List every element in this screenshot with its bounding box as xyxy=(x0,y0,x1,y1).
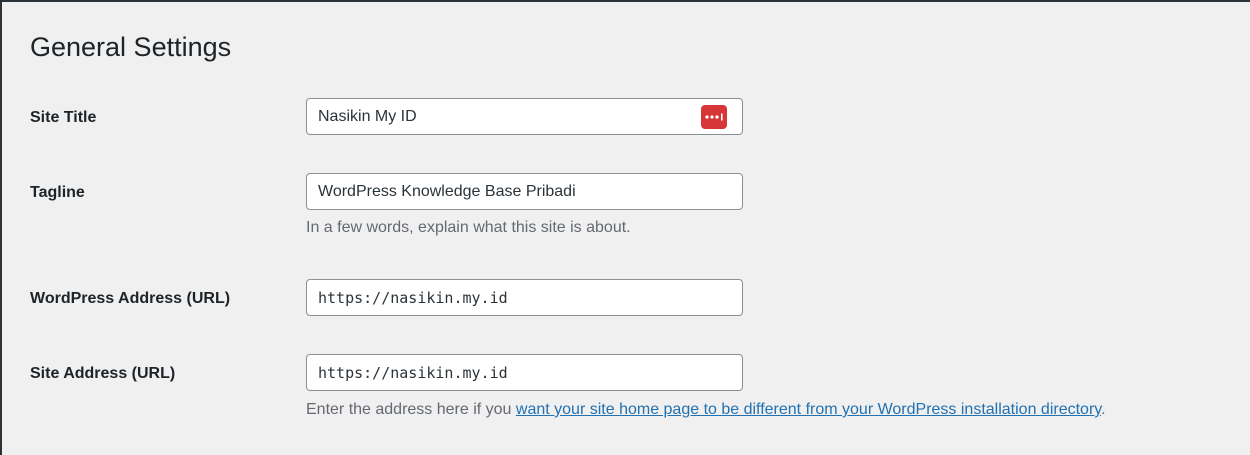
tagline-label: Tagline xyxy=(30,184,85,201)
wordpress-address-input[interactable] xyxy=(306,279,743,316)
site-address-description-suffix: . xyxy=(1101,401,1106,418)
site-title-input[interactable] xyxy=(306,98,743,135)
page-title: General Settings xyxy=(30,32,232,62)
wordpress-address-label: WordPress Address (URL) xyxy=(30,290,231,307)
site-address-description-prefix: Enter the address here if you xyxy=(306,401,516,418)
site-title-label: Site Title xyxy=(30,109,97,126)
tagline-description: In a few words, explain what this site i… xyxy=(306,219,631,236)
password-manager-icon[interactable] xyxy=(701,105,727,129)
site-address-help-link[interactable]: want your site home page to be different… xyxy=(516,401,1101,418)
tagline-input[interactable] xyxy=(306,173,743,210)
site-address-input[interactable] xyxy=(306,354,743,391)
site-address-description: Enter the address here if you want your … xyxy=(306,400,1106,420)
site-address-label: Site Address (URL) xyxy=(30,365,176,382)
dots-icon xyxy=(705,113,723,121)
